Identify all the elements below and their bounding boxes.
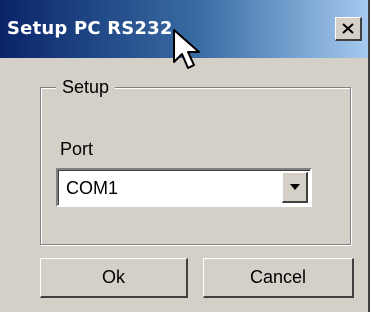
- chevron-down-icon: [289, 184, 300, 190]
- setup-group-label: Setup: [56, 77, 116, 98]
- window-title: Setup PC RS232: [7, 18, 173, 39]
- port-select-value: COM1: [66, 178, 119, 198]
- close-icon: [342, 23, 354, 34]
- cancel-button[interactable]: Cancel: [203, 258, 354, 298]
- setup-groupbox: [40, 87, 351, 245]
- port-label: Port: [60, 139, 94, 159]
- port-dropdown-button[interactable]: [282, 172, 308, 203]
- ok-button[interactable]: Ok: [40, 258, 188, 298]
- mouse-pointer-icon: [173, 29, 200, 69]
- close-button[interactable]: [335, 17, 362, 41]
- port-select[interactable]: COM1: [56, 168, 312, 207]
